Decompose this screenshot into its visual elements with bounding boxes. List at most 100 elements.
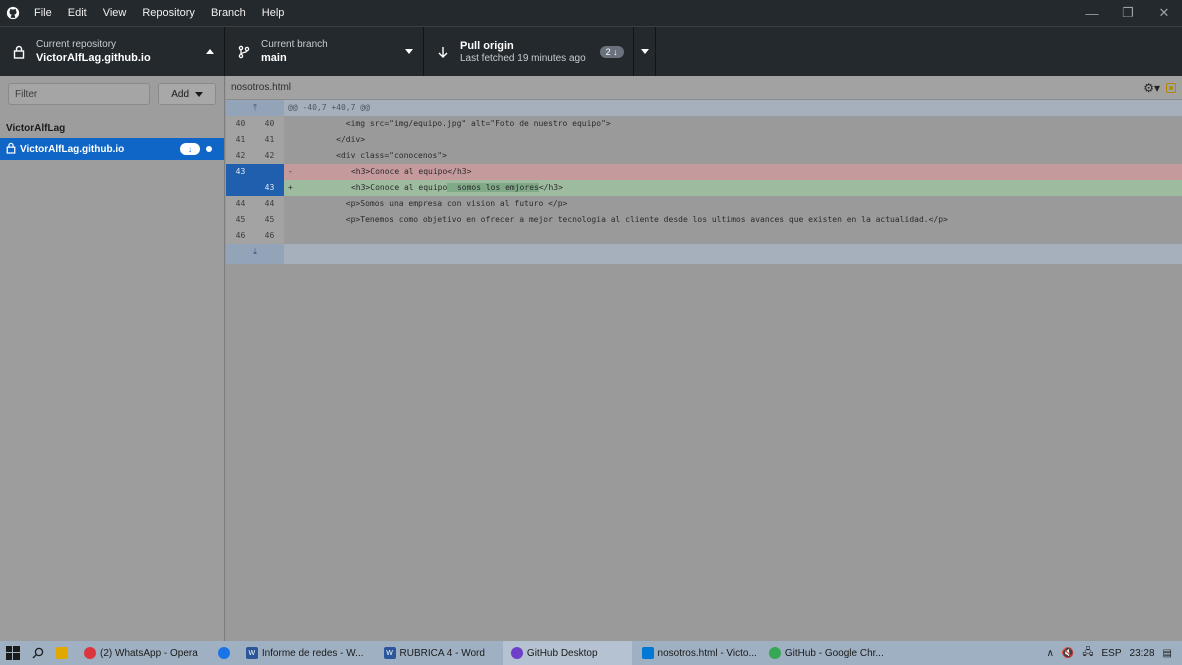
deleted-text: <h3>Conoce al equipo</h3> bbox=[298, 167, 472, 176]
arrow-down-icon: ↓ bbox=[180, 143, 200, 155]
diff-line-deleted[interactable]: 43 - <h3>Conoce al equipo</h3> bbox=[226, 164, 1182, 180]
old-line-number: 44 bbox=[235, 199, 246, 208]
taskbar: (2) WhatsApp - Opera W Informe de redes … bbox=[0, 641, 1182, 665]
diff-line-text bbox=[284, 228, 1182, 244]
repo-list-item-label: VictorAlfLag.github.io bbox=[20, 143, 125, 155]
arrow-down-icon bbox=[434, 45, 452, 59]
old-line-number: 40 bbox=[235, 119, 246, 128]
add-button[interactable]: Add bbox=[158, 83, 216, 105]
diff-view: ⤒ @@ -40,7 +40,7 @@ 40 40 <img src="img/e… bbox=[226, 100, 1182, 264]
last-fetched-text: Last fetched 19 minutes ago bbox=[460, 52, 586, 64]
menu-view[interactable]: View bbox=[95, 0, 135, 26]
chevron-up-icon[interactable]: ∧ bbox=[1047, 648, 1054, 659]
file-explorer-icon[interactable] bbox=[50, 641, 78, 665]
language-indicator[interactable]: ESP bbox=[1102, 648, 1122, 659]
menu-edit[interactable]: Edit bbox=[60, 0, 95, 26]
clock[interactable]: 23:28 bbox=[1130, 648, 1155, 659]
filter-input[interactable]: Filter bbox=[8, 83, 151, 105]
diff-line-text: + <h3>Conoce al equipo somos los emjores… bbox=[284, 180, 1182, 196]
diff-line-text: </div> bbox=[288, 135, 366, 144]
diff-line-text: <p>Somos una empresa con vision al futur… bbox=[288, 199, 568, 208]
current-repository-button[interactable]: Current repository VictorAlfLag.github.i… bbox=[0, 27, 225, 76]
menu-repository[interactable]: Repository bbox=[134, 0, 203, 26]
taskbar-item-chrome[interactable]: GitHub - Google Chr... bbox=[763, 641, 890, 665]
chevron-down-icon bbox=[195, 91, 204, 97]
menubar: File Edit View Repository Branch Help — … bbox=[0, 0, 1182, 26]
volume-muted-icon[interactable]: 🔇 bbox=[1062, 648, 1074, 659]
current-branch-button[interactable]: Current branch main bbox=[225, 27, 424, 76]
old-line-number: 45 bbox=[235, 215, 246, 224]
diff-line: 42 42 <div class="conocenos"> bbox=[226, 148, 1182, 164]
taskbar-item-whatsapp[interactable]: (2) WhatsApp - Opera bbox=[78, 641, 204, 665]
close-icon[interactable]: ✕ bbox=[1146, 0, 1182, 26]
new-line-number: 43 bbox=[264, 183, 275, 192]
chrome-icon bbox=[768, 647, 781, 659]
menu-branch[interactable]: Branch bbox=[203, 0, 254, 26]
old-line-number: 41 bbox=[235, 135, 246, 144]
toolbar: Current repository VictorAlfLag.github.i… bbox=[0, 26, 1182, 76]
word-icon: W bbox=[245, 647, 258, 659]
branch-icon bbox=[235, 45, 253, 59]
chevron-down-icon bbox=[640, 49, 649, 54]
opera-icon bbox=[84, 647, 96, 659]
github-desktop-icon bbox=[510, 647, 523, 659]
pull-origin-button[interactable]: Pull origin Last fetched 19 minutes ago … bbox=[424, 27, 656, 76]
new-line-number: 42 bbox=[264, 151, 275, 160]
expand-up-icon[interactable]: ⤒ bbox=[226, 100, 284, 116]
taskbar-item-label: nosotros.html - Victo... bbox=[657, 647, 757, 659]
taskbar-item-label: RUBRICA 4 - Word bbox=[399, 647, 485, 659]
new-line-number: 45 bbox=[264, 215, 275, 224]
old-line-number: 43 bbox=[235, 167, 246, 176]
new-line-number: 40 bbox=[264, 119, 275, 128]
file-header: nosotros.html ⚙▾ bbox=[226, 76, 1182, 100]
new-line-number: 41 bbox=[264, 135, 275, 144]
search-icon[interactable] bbox=[26, 641, 50, 665]
pull-options-dropdown[interactable] bbox=[633, 27, 655, 76]
taskbar-item-label: GitHub Desktop bbox=[526, 647, 598, 659]
old-line-number: 42 bbox=[235, 151, 246, 160]
diff-sign: + bbox=[288, 183, 293, 192]
diff-line: 44 44 <p>Somos una empresa con vision al … bbox=[226, 196, 1182, 212]
branch-name: main bbox=[261, 51, 287, 64]
branch-label: Current branch bbox=[261, 38, 328, 50]
added-highlight: somos los emjores bbox=[447, 183, 539, 192]
menu-file[interactable]: File bbox=[26, 0, 60, 26]
menu-help[interactable]: Help bbox=[254, 0, 293, 26]
taskbar-item-vscode[interactable]: nosotros.html - Victo... bbox=[636, 641, 763, 665]
diff-line: 40 40 <img src="img/equipo.jpg" alt="Foto… bbox=[226, 116, 1182, 132]
notifications-icon[interactable]: ▤ bbox=[1163, 648, 1172, 659]
pull-label: Pull origin bbox=[460, 39, 514, 52]
windows-start-icon[interactable] bbox=[0, 641, 26, 665]
diff-line-added[interactable]: 43 + <h3>Conoce al equipo somos los emjo… bbox=[226, 180, 1182, 196]
taskbar-item-github-desktop[interactable]: GitHub Desktop bbox=[502, 641, 632, 665]
repo-label: Current repository bbox=[36, 38, 117, 50]
taskbar-item-rubrica[interactable]: W RUBRICA 4 - Word bbox=[378, 641, 491, 665]
new-line-number: 46 bbox=[264, 231, 275, 240]
minimize-icon[interactable]: — bbox=[1074, 0, 1110, 26]
chevron-up-icon bbox=[206, 49, 214, 54]
hunk-header: @@ -40,7 +40,7 @@ bbox=[284, 100, 1182, 116]
new-line-number: 44 bbox=[264, 199, 275, 208]
repo-list-item[interactable]: VictorAlfLag.github.io ↓ bbox=[0, 138, 224, 160]
modified-file-icon bbox=[1166, 83, 1176, 93]
github-logo-icon bbox=[0, 0, 26, 26]
changes-dot-icon bbox=[206, 146, 212, 152]
repository-sidebar: Filter Add VictorAlfLag VictorAlfLag.git… bbox=[0, 76, 225, 641]
taskbar-item-label: Informe de redes - W... bbox=[261, 647, 364, 659]
diff-sign: - bbox=[288, 167, 293, 176]
diff-line-text: <img src="img/equipo.jpg" alt="Foto de n… bbox=[288, 119, 611, 128]
restore-icon[interactable]: ❐ bbox=[1110, 0, 1146, 26]
taskbar-item-informe[interactable]: W Informe de redes - W... bbox=[240, 641, 370, 665]
chrome-icon[interactable] bbox=[212, 641, 240, 665]
diff-line: 46 46 bbox=[226, 228, 1182, 244]
chevron-down-icon bbox=[405, 49, 413, 54]
window-controls: — ❐ ✕ bbox=[1074, 0, 1182, 26]
network-icon[interactable]: 🖧 bbox=[1082, 645, 1093, 662]
diff-line: 41 41 </div> bbox=[226, 132, 1182, 148]
taskbar-item-label: GitHub - Google Chr... bbox=[784, 647, 884, 659]
repo-name: VictorAlfLag.github.io bbox=[36, 51, 151, 64]
expand-down-icon[interactable]: ⤓ bbox=[226, 244, 284, 264]
gear-icon[interactable]: ⚙▾ bbox=[1143, 81, 1160, 95]
diff-line-text: <p>Tenemos como objetivo en ofrecer a me… bbox=[288, 215, 948, 224]
diff-line-text: <div class="conocenos"> bbox=[288, 151, 447, 160]
